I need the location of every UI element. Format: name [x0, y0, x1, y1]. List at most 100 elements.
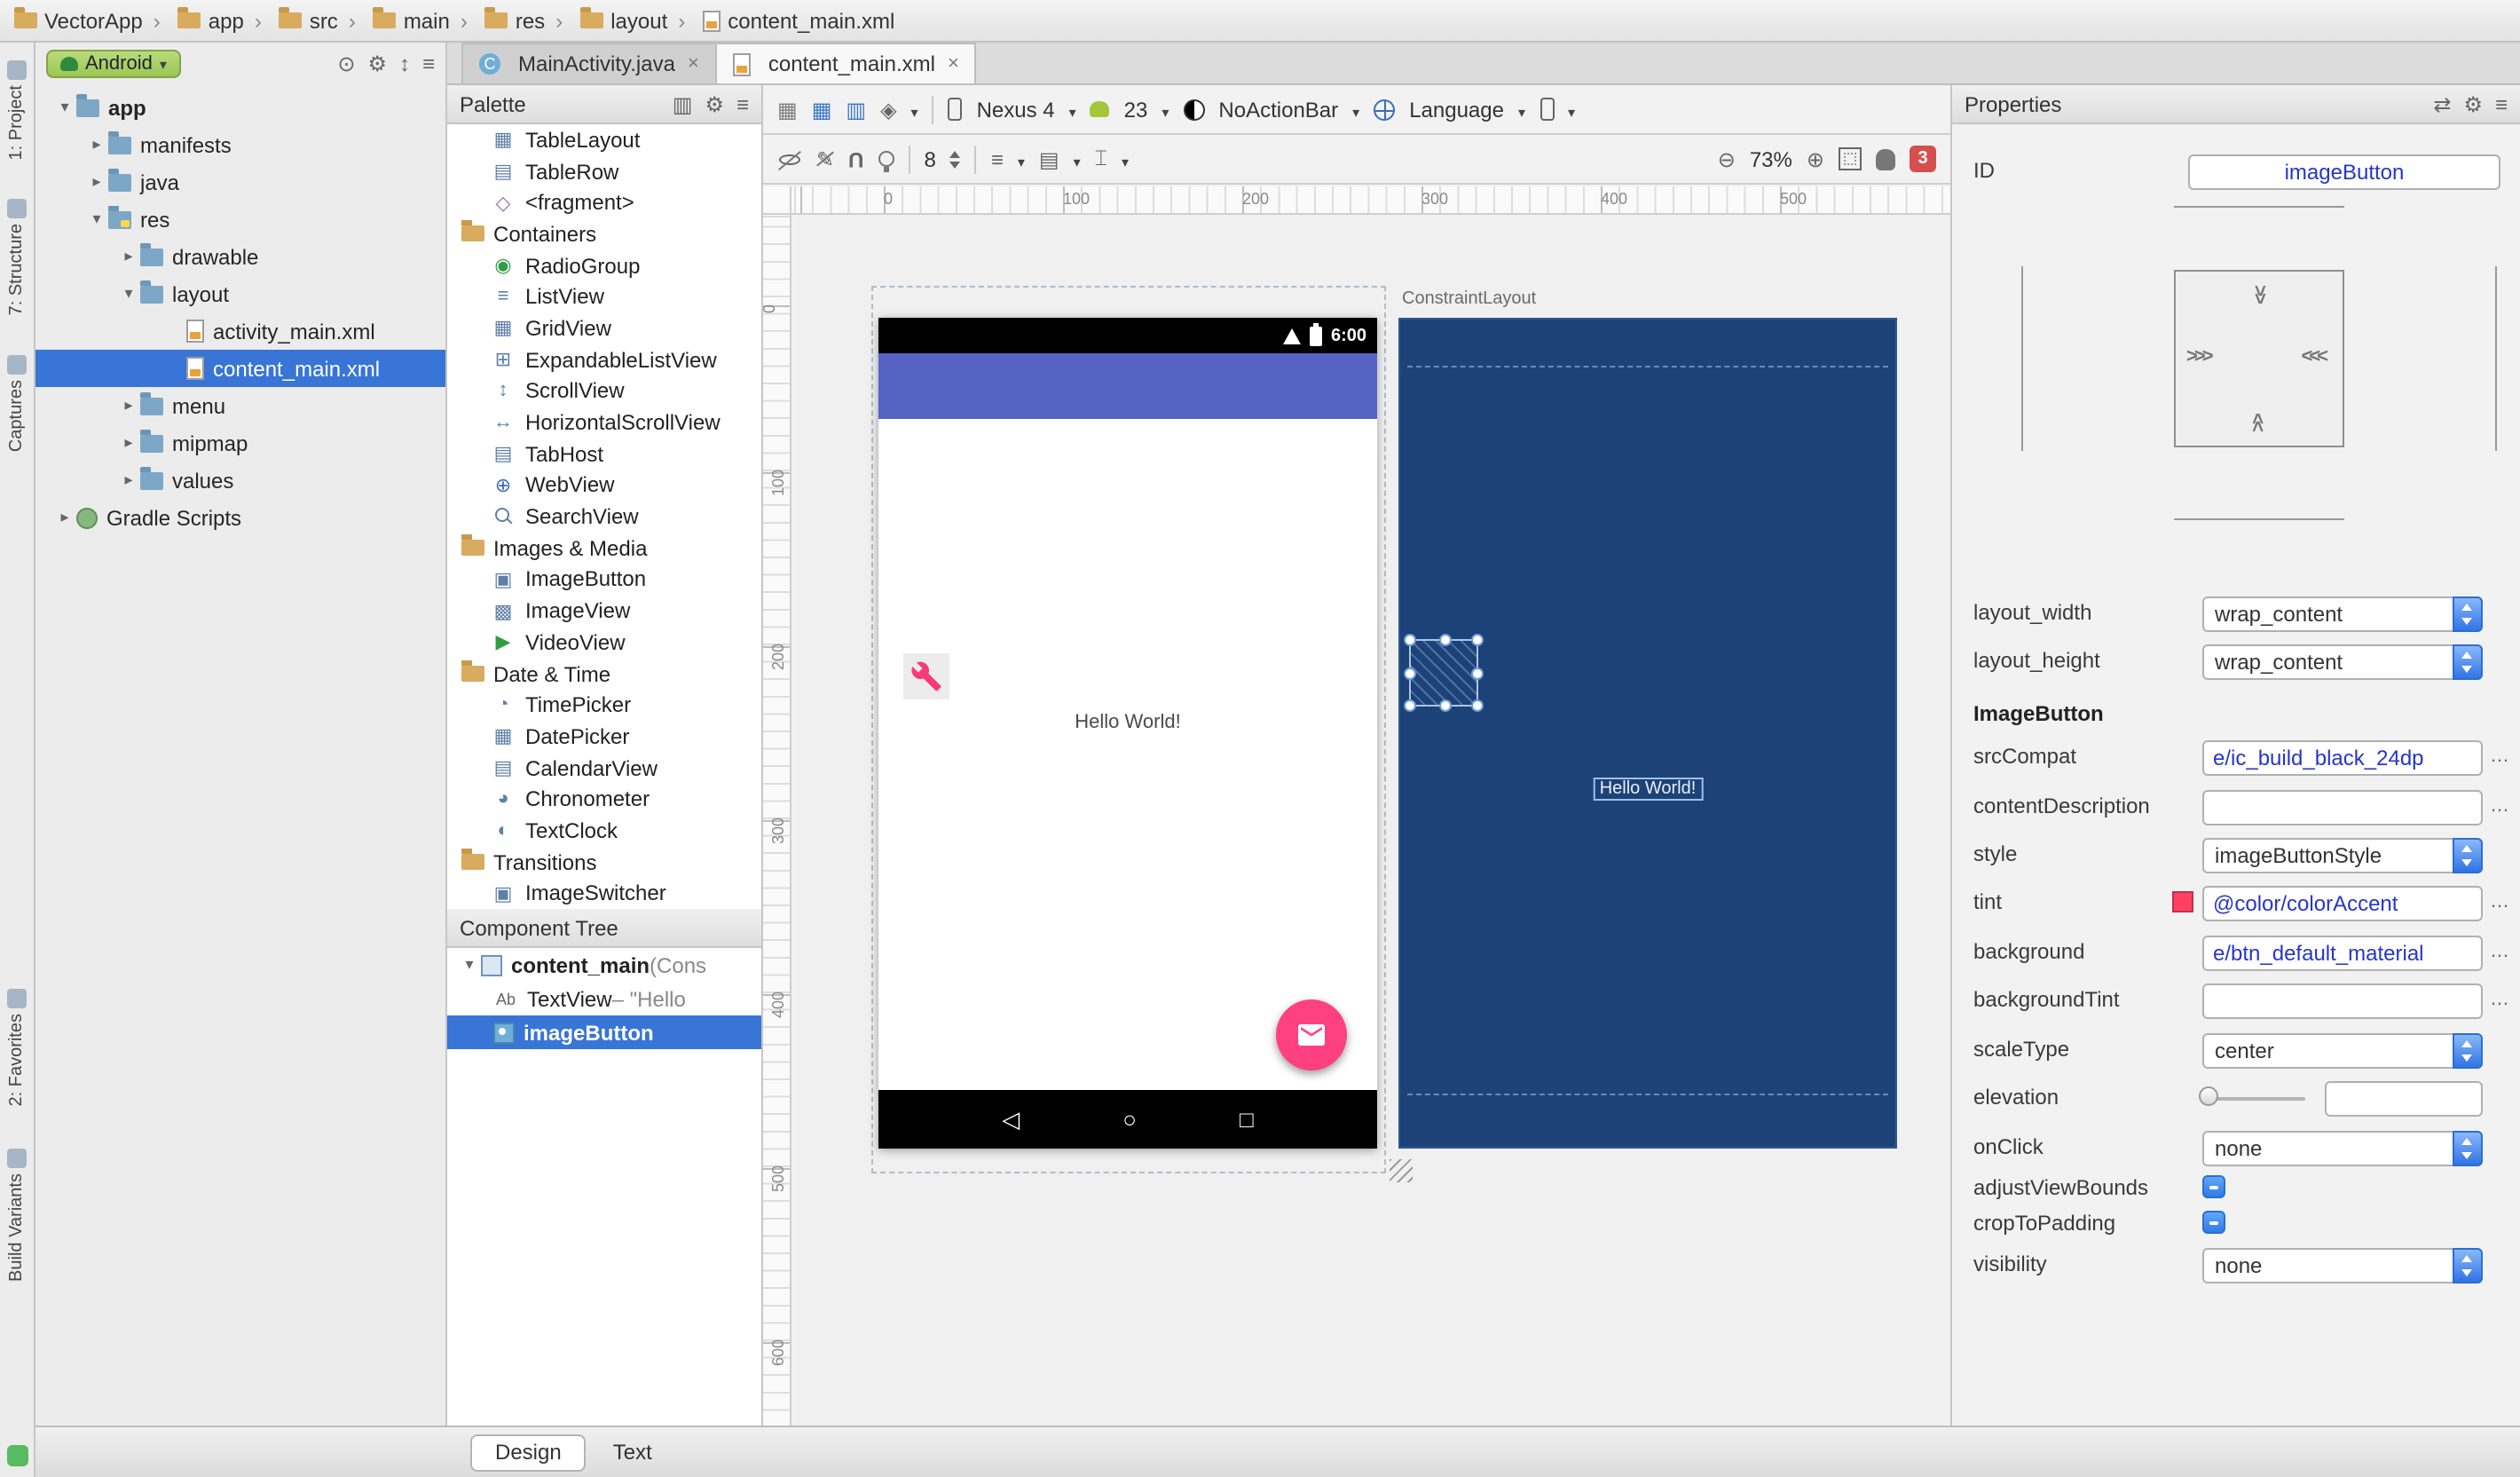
swap-panels-icon[interactable]: ⇄: [2433, 91, 2451, 116]
palette-item[interactable]: DatePicker: [447, 721, 761, 752]
palette-item[interactable]: Images & Media: [447, 533, 761, 564]
tree-item[interactable]: drawable: [35, 238, 445, 275]
fab-button[interactable]: [1276, 999, 1347, 1070]
browse-button[interactable]: …: [2490, 891, 2511, 912]
browse-button[interactable]: …: [2490, 989, 2511, 1010]
style-select[interactable]: imageButtonStyle: [2202, 838, 2483, 873]
zoom-fit-icon[interactable]: [1839, 147, 1862, 170]
blueprint-preview[interactable]: Hello World!: [1398, 318, 1897, 1149]
breadcrumb-item[interactable]: main: [338, 7, 450, 33]
tree-item[interactable]: values: [35, 462, 445, 499]
browse-button[interactable]: …: [2490, 941, 2511, 962]
contentdescription-input[interactable]: [2202, 790, 2483, 825]
tree-item[interactable]: res: [35, 201, 445, 238]
palette-item[interactable]: Date & Time: [447, 658, 761, 689]
constraint-inspector[interactable]: [1952, 192, 2520, 540]
tree-expand-icon[interactable]: [458, 955, 481, 975]
tree-item[interactable]: Gradle Scripts: [35, 499, 445, 536]
editor-tab[interactable]: MainActivity.java ×: [461, 43, 717, 83]
palette-item[interactable]: ExpandableListView: [447, 344, 761, 375]
palette-item[interactable]: ListView: [447, 281, 761, 312]
layout-width-select[interactable]: wrap_content: [2202, 596, 2483, 632]
design-preview[interactable]: 6:00 Hello World! ◁ ○ □: [878, 318, 1377, 1149]
navigate-icon[interactable]: ⊙: [337, 51, 355, 76]
palette-item[interactable]: WebView: [447, 470, 761, 501]
zoom-out-icon[interactable]: ⊖: [1718, 146, 1736, 171]
editor-tab[interactable]: content_main.xml ×: [714, 43, 977, 83]
croptopadding-checkbox[interactable]: [2202, 1211, 2225, 1234]
palette-item[interactable]: TimePicker: [447, 690, 761, 721]
onclick-select[interactable]: none: [2202, 1131, 2483, 1166]
tree-expand-icon[interactable]: [117, 470, 140, 490]
backgroundtint-input[interactable]: [2202, 983, 2483, 1019]
breadcrumb-item[interactable]: content_main.xml: [667, 8, 894, 33]
tree-item[interactable]: mipmap: [35, 424, 445, 462]
tree-expand-icon[interactable]: [117, 396, 140, 415]
gear-icon[interactable]: ⚙: [2463, 91, 2483, 116]
margin-stepper-icon[interactable]: [949, 150, 961, 168]
stepper-icon[interactable]: [2453, 1248, 2483, 1283]
browse-button[interactable]: …: [2490, 795, 2511, 817]
palette-item[interactable]: TextClock: [447, 815, 761, 846]
breadcrumb-item[interactable]: VectorApp: [14, 7, 143, 33]
scaletype-select[interactable]: center: [2202, 1033, 2483, 1069]
elevation-input[interactable]: [2325, 1081, 2483, 1117]
magnet-icon[interactable]: [848, 146, 863, 171]
component-tree-textview[interactable]: TextView – "Hello: [447, 982, 761, 1015]
theme-select[interactable]: NoActionBar: [1218, 97, 1338, 122]
tree-expand-icon[interactable]: [85, 172, 108, 192]
palette-item[interactable]: ImageView: [447, 596, 761, 627]
infer-constraints-icon[interactable]: [878, 151, 894, 172]
palette-view-mode-icon[interactable]: ▥: [673, 91, 693, 116]
tree-expand-icon[interactable]: [85, 209, 108, 229]
id-input[interactable]: [2188, 154, 2500, 190]
autoconnect-off-icon[interactable]: ✎: [816, 146, 834, 171]
text-tab[interactable]: Text: [590, 1434, 675, 1471]
tree-item[interactable]: app: [35, 89, 445, 126]
stepper-icon[interactable]: [2453, 644, 2483, 680]
palette-item[interactable]: SearchView: [447, 502, 761, 533]
tool-window-button[interactable]: 1: Project: [7, 60, 27, 161]
palette-item[interactable]: TableRow: [447, 155, 761, 186]
design-tab[interactable]: Design: [470, 1434, 587, 1471]
device-select[interactable]: Nexus 4: [977, 97, 1055, 122]
stepper-icon[interactable]: [2453, 596, 2483, 632]
close-icon[interactable]: ×: [688, 53, 699, 75]
breadcrumb-item[interactable]: layout: [545, 7, 667, 33]
slider-knob[interactable]: [2199, 1086, 2218, 1106]
default-margin-value[interactable]: 8: [924, 146, 935, 171]
design-canvas[interactable]: 6:00 Hello World! ◁ ○ □ ConstraintLayout…: [791, 215, 1950, 1426]
language-select[interactable]: Language: [1409, 97, 1504, 122]
palette-menu-icon[interactable]: ≡: [736, 91, 749, 116]
browse-button[interactable]: …: [2490, 746, 2511, 767]
pan-icon[interactable]: [1876, 148, 1895, 170]
adjustviewbounds-checkbox[interactable]: [2202, 1175, 2225, 1198]
palette-item[interactable]: Transitions: [447, 847, 761, 878]
tree-item[interactable]: java: [35, 163, 445, 201]
expand-collapse-icon[interactable]: ↕: [399, 51, 410, 76]
tree-expand-icon[interactable]: [117, 284, 140, 304]
palette-item[interactable]: TableLayout: [447, 124, 761, 155]
component-tree-root[interactable]: content_main (Cons: [447, 948, 761, 982]
palette-item[interactable]: HorizontalScrollView: [447, 407, 761, 438]
hello-world-blueprint-text[interactable]: Hello World!: [1592, 778, 1704, 801]
layout-height-select[interactable]: wrap_content: [2202, 644, 2483, 680]
tree-expand-icon[interactable]: [53, 508, 76, 527]
tool-window-button[interactable]: 7: Structure: [7, 199, 27, 316]
error-count-badge[interactable]: 3: [1910, 146, 1936, 172]
close-icon[interactable]: ×: [948, 53, 959, 75]
palette-item[interactable]: ImageSwitcher: [447, 878, 761, 909]
visibility-select[interactable]: none: [2202, 1248, 2483, 1283]
hide-panel-icon[interactable]: ≡: [422, 51, 435, 76]
tool-window-button[interactable]: Captures: [7, 354, 27, 452]
design-surface-icon[interactable]: ▦: [777, 97, 798, 122]
palette-item[interactable]: Containers: [447, 218, 761, 249]
tree-item[interactable]: activity_main.xml: [35, 312, 445, 350]
image-button-widget[interactable]: [903, 653, 949, 699]
hello-world-text[interactable]: Hello World!: [878, 712, 1377, 733]
tree-item[interactable]: content_main.xml: [35, 350, 445, 387]
stepper-icon[interactable]: [2453, 1131, 2483, 1166]
gear-icon[interactable]: ⚙: [367, 51, 387, 76]
tree-item[interactable]: layout: [35, 275, 445, 312]
both-surfaces-icon[interactable]: ▥: [846, 97, 866, 122]
